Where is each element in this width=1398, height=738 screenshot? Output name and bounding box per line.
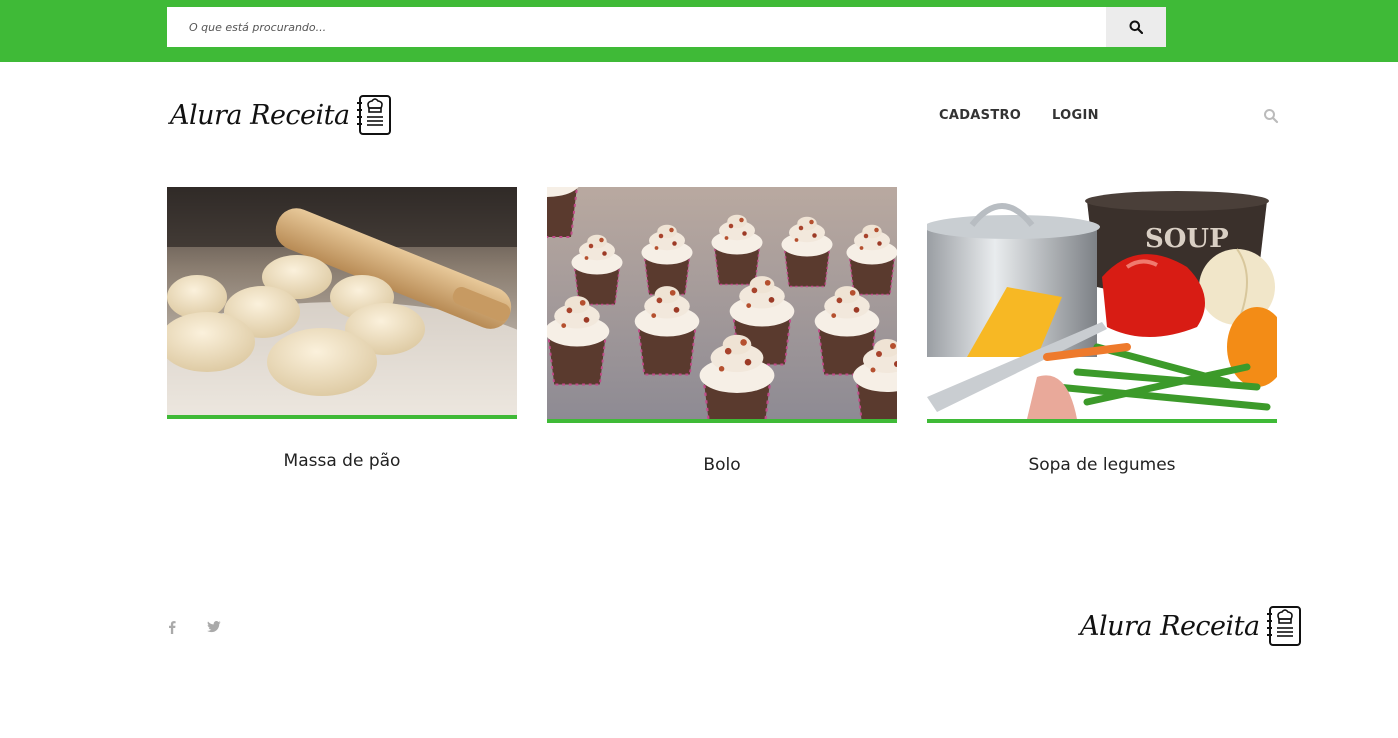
twitter-icon[interactable] xyxy=(207,621,221,633)
recipe-image-cupcakes[interactable] xyxy=(547,187,897,423)
logo-text: Alura Receita xyxy=(1080,610,1260,642)
footer-logo[interactable]: Alura Receita xyxy=(1080,604,1304,648)
recipe-image-soup[interactable]: SOUP xyxy=(927,187,1277,423)
recipe-card[interactable]: Massa de pão xyxy=(167,187,517,471)
recipe-book-icon xyxy=(356,95,391,135)
search-input[interactable] xyxy=(167,7,1106,47)
facebook-icon[interactable] xyxy=(167,620,177,634)
recipe-title[interactable]: Massa de pão xyxy=(167,451,517,471)
recipe-image-dough[interactable] xyxy=(167,187,517,419)
recipe-card[interactable]: Bolo xyxy=(547,187,897,475)
nav-link-cadastro[interactable]: CADASTRO xyxy=(939,108,1021,123)
search-button[interactable] xyxy=(1106,7,1166,47)
header-search-icon[interactable] xyxy=(1263,108,1279,124)
search-icon xyxy=(1129,20,1143,34)
logo-text: Alura Receita xyxy=(170,99,350,131)
top-search-bar xyxy=(0,0,1398,62)
nav-link-login[interactable]: LOGIN xyxy=(1052,108,1099,123)
search-box xyxy=(167,7,1166,47)
header-logo[interactable]: Alura Receita xyxy=(170,92,394,138)
recipe-title[interactable]: Bolo xyxy=(547,455,897,475)
recipe-title[interactable]: Sopa de legumes xyxy=(927,455,1277,475)
soup-bowl-text: SOUP xyxy=(1145,224,1229,254)
recipe-book-icon xyxy=(1266,606,1301,646)
recipe-card[interactable]: SOUP Sopa de legumes xyxy=(927,187,1277,475)
